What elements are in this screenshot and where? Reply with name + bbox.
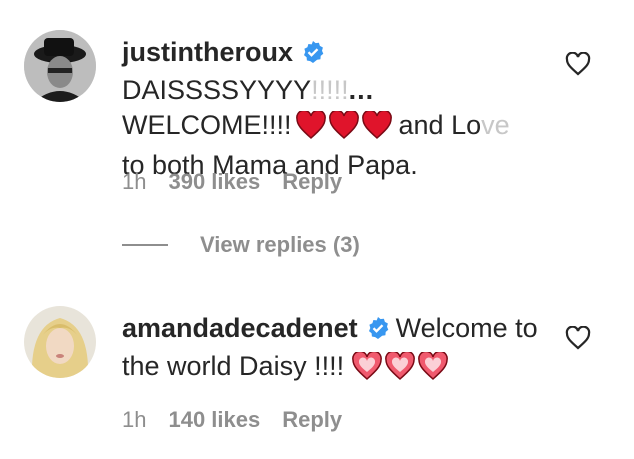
view-replies-button[interactable]: View replies (3) xyxy=(122,232,360,258)
comment-text-start: DAISSSSYYYY xyxy=(122,75,312,105)
comment-text-faded: !!!!! xyxy=(311,75,349,105)
timestamp: 1h xyxy=(122,407,147,432)
username[interactable]: amandadecadenet xyxy=(122,313,358,343)
comment-text: justintheroux DAISSSSYYYY!!!!!... WELCOME… xyxy=(122,35,552,183)
likes-count[interactable]: 140 likes xyxy=(168,407,260,433)
pink-heart-emoji xyxy=(385,350,415,381)
comment-line2-start: WELCOME!!!! xyxy=(122,110,292,140)
verified-badge-icon xyxy=(366,314,390,349)
likes-count[interactable]: 390 likes xyxy=(168,169,260,195)
comment-meta: 1h 140 likes Reply xyxy=(122,407,342,433)
red-heart-emoji xyxy=(328,109,359,140)
red-heart-emoji xyxy=(295,109,326,140)
comment-text: amandadecadenet Welcome to the world Dais… xyxy=(122,311,552,389)
timestamp: 1h xyxy=(122,169,147,194)
red-heart-emoji xyxy=(361,109,392,140)
view-replies-label: View replies (3) xyxy=(200,232,360,257)
divider-line xyxy=(122,244,168,246)
heart-outline-icon[interactable] xyxy=(565,51,591,76)
username[interactable]: justintheroux xyxy=(122,37,293,67)
pink-heart-emoji xyxy=(352,350,382,381)
comment-meta: 1h 390 likes Reply xyxy=(122,169,342,195)
pink-heart-emoji xyxy=(418,350,448,381)
reply-button[interactable]: Reply xyxy=(282,169,342,195)
avatar[interactable] xyxy=(24,306,96,378)
heart-outline-icon[interactable] xyxy=(565,325,591,350)
comment-line2-end: and Lo xyxy=(398,110,482,140)
reply-button[interactable]: Reply xyxy=(282,407,342,433)
more-ellipsis[interactable]: ... xyxy=(349,75,375,105)
verified-badge-icon xyxy=(301,38,325,73)
heart-emojis xyxy=(352,350,451,389)
avatar[interactable] xyxy=(24,30,96,102)
comment-line2: the world Daisy !!!! xyxy=(122,351,345,381)
comment-line2-faded: ve xyxy=(481,110,510,140)
heart-emojis xyxy=(295,109,395,148)
comment-text-start: Welcome to xyxy=(395,313,538,343)
